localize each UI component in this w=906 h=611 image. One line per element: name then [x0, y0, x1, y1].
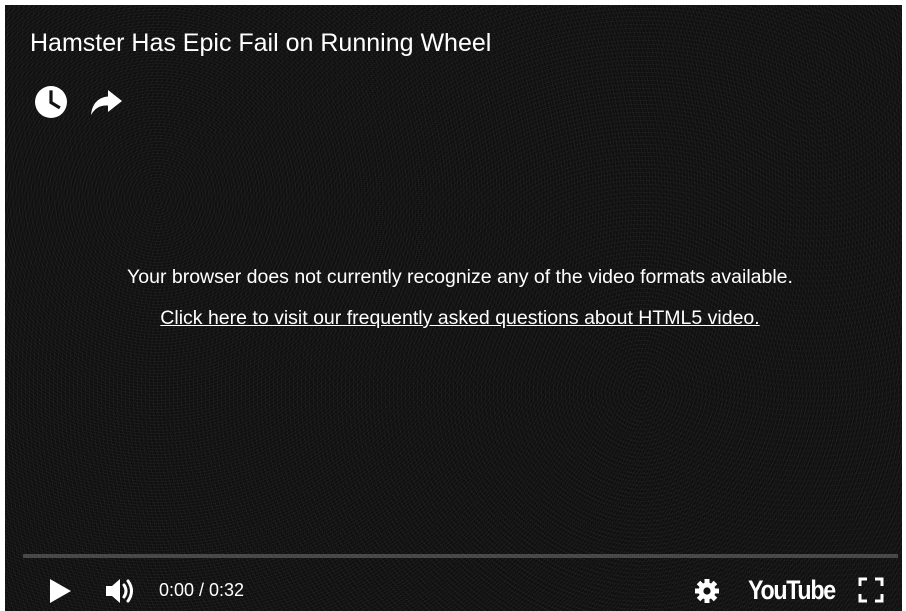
settings-button[interactable]: [693, 577, 721, 605]
play-button[interactable]: [43, 575, 75, 607]
share-icon: [91, 90, 122, 115]
clock-icon: [35, 86, 67, 118]
volume-icon: [106, 579, 133, 603]
time-display: 0:00 / 0:32: [159, 580, 245, 600]
watch-later-button[interactable]: [33, 84, 69, 120]
fullscreen-icon: [858, 577, 884, 603]
video-player[interactable]: Hamster Has Epic Fail on Running Wheel Y…: [5, 5, 902, 611]
control-bar: 0:00 / 0:32 YouTube: [5, 561, 902, 611]
gear-icon: [695, 579, 719, 603]
youtube-logo[interactable]: YouTube: [748, 575, 836, 606]
unsupported-format-message: Your browser does not currently recogniz…: [115, 257, 805, 339]
fullscreen-button[interactable]: [857, 576, 885, 604]
error-message-text: Your browser does not currently recogniz…: [127, 266, 793, 288]
html5-faq-link[interactable]: Click here to visit our frequently asked…: [160, 298, 759, 339]
share-button[interactable]: [88, 84, 124, 120]
progress-bar[interactable]: [23, 554, 898, 558]
video-title[interactable]: Hamster Has Epic Fail on Running Wheel: [30, 29, 491, 58]
play-icon: [50, 579, 71, 603]
volume-button[interactable]: [103, 574, 137, 608]
